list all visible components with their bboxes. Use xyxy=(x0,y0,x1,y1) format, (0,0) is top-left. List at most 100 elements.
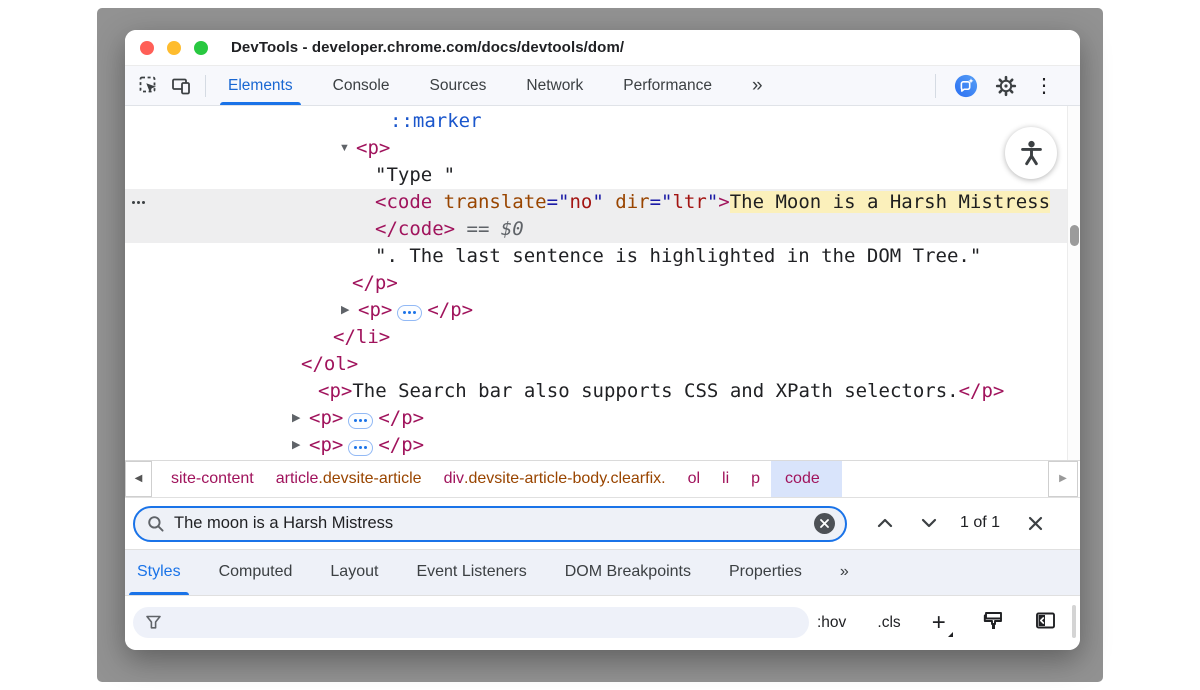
new-style-rule-button[interactable]: + xyxy=(932,611,952,635)
code-token-tag: </p> xyxy=(352,272,398,294)
accessibility-person-icon[interactable] xyxy=(1005,127,1057,179)
inline-expand-button[interactable] xyxy=(348,413,373,429)
tab-dom-breakpoints[interactable]: DOM Breakpoints xyxy=(565,550,691,595)
more-tabs-button[interactable]: » xyxy=(752,66,761,105)
close-search-icon[interactable] xyxy=(1018,516,1052,531)
breadcrumb: site-contentarticle.devsite-articlediv.d… xyxy=(160,461,842,497)
code-token-tag: </li> xyxy=(333,326,390,348)
code-token-meta_i: $0 xyxy=(501,218,524,240)
tab-performance[interactable]: Performance xyxy=(623,66,712,105)
close-p-row[interactable]: </p> xyxy=(125,270,1080,297)
code-token-tag: <p> xyxy=(356,137,390,159)
search-input[interactable] xyxy=(174,514,814,533)
clear-search-icon[interactable] xyxy=(814,513,835,534)
expand-arrow-icon[interactable]: ▶ xyxy=(292,405,300,432)
ai-assistance-icon[interactable] xyxy=(954,74,978,98)
code-token-val: ltr xyxy=(672,191,706,213)
breadcrumb-item-div[interactable]: div.devsite-article-body.clearfix. xyxy=(433,461,677,497)
breadcrumb-item-ol[interactable]: ol xyxy=(677,461,711,497)
scrollbar-thumb[interactable] xyxy=(1070,225,1079,246)
text-node-row[interactable]: "Type " xyxy=(125,162,1080,189)
tab-layout[interactable]: Layout xyxy=(330,550,378,595)
code-token-tag: <p> xyxy=(309,434,343,456)
inspect-icon[interactable] xyxy=(137,74,161,98)
blue-dot-icon xyxy=(359,446,362,449)
breadcrumb-item-code[interactable]: code xyxy=(771,461,842,497)
breadcrumb-item-p[interactable]: p xyxy=(740,461,771,497)
code-token-tag: <p> xyxy=(309,407,343,429)
code-token-punct: =" xyxy=(547,191,570,213)
window-titlebar: DevTools - developer.chrome.com/docs/dev… xyxy=(125,30,1080,66)
inline-expand-button[interactable] xyxy=(397,305,422,321)
expand-arrow-icon[interactable]: ▶ xyxy=(292,432,300,459)
text-node-row[interactable]: ". The last sentence is highlighted in t… xyxy=(125,243,1080,270)
collapsed-p-row[interactable]: ▶<p></p> xyxy=(125,297,1080,324)
dropdown-caret-icon xyxy=(948,632,953,637)
expand-arrow-icon[interactable]: ▶ xyxy=(341,297,349,324)
settings-gear-icon[interactable] xyxy=(994,74,1018,98)
collapse-arrow-icon[interactable]: ▼ xyxy=(339,135,350,162)
panel-tab-strip: Elements Console Sources Network Performance xyxy=(228,66,712,105)
search-bar-p-row[interactable]: <p>The Search bar also supports CSS and … xyxy=(125,378,1080,405)
selected-code-close-row[interactable]: </code> == $0 xyxy=(125,216,1080,243)
tab-console[interactable]: Console xyxy=(333,66,390,105)
tab-sources[interactable]: Sources xyxy=(430,66,487,105)
tab-event-listeners[interactable]: Event Listeners xyxy=(416,550,526,595)
minimize-window-button[interactable] xyxy=(167,41,181,55)
style-filter-input[interactable] xyxy=(170,614,809,631)
match-count: 1 of 1 xyxy=(960,514,1000,532)
hover-state-toggle[interactable]: :hov xyxy=(817,614,846,632)
blue-dot-icon xyxy=(408,311,411,314)
brush-icon[interactable] xyxy=(983,610,1004,636)
code-token-punct: " xyxy=(592,191,603,213)
code-token-tag: </p> xyxy=(378,434,424,456)
screenshot-canvas: DevTools - developer.chrome.com/docs/dev… xyxy=(0,0,1200,690)
breadcrumb-item-site-content[interactable]: site-content xyxy=(160,461,265,497)
breadcrumb-scroll-right-button[interactable]: ▶ xyxy=(1048,461,1078,497)
tab-network[interactable]: Network xyxy=(526,66,583,105)
search-field[interactable] xyxy=(133,506,847,542)
next-match-chevron[interactable] xyxy=(914,518,944,528)
device-toolbar-icon[interactable] xyxy=(169,74,193,98)
right-triangle-icon: ▶ xyxy=(1059,473,1067,484)
close-li-row[interactable]: </li> xyxy=(125,324,1080,351)
inline-expand-button[interactable] xyxy=(348,440,373,456)
code-token-tag: </p> xyxy=(378,407,424,429)
styles-filter-bar: :hov .cls + xyxy=(125,596,1080,651)
breadcrumb-scroll-left-button[interactable]: ◀ xyxy=(125,461,152,497)
collapsed-p-row[interactable]: ▶ <p> </p> xyxy=(125,432,1080,459)
plus-label: + xyxy=(932,609,946,636)
funnel-filter-icon xyxy=(145,614,162,630)
toggle-sidebar-icon[interactable] xyxy=(1035,610,1056,636)
open-p-row[interactable]: ▼ <p> xyxy=(125,135,1080,162)
zoom-window-button[interactable] xyxy=(194,41,208,55)
close-window-button[interactable] xyxy=(140,41,154,55)
crumb-tag-name: article xyxy=(276,470,319,488)
breadcrumb-item-article[interactable]: article.devsite-article xyxy=(265,461,433,497)
more-styles-tabs-button[interactable]: » xyxy=(840,550,847,595)
code-token-meta: == xyxy=(455,218,501,240)
styles-tab-strip: Styles Computed Layout Event Listeners DOM B… xyxy=(125,550,1080,596)
dark-dot-icon xyxy=(132,201,135,204)
tab-styles[interactable]: Styles xyxy=(137,550,181,595)
breadcrumb-item-li[interactable]: li xyxy=(711,461,740,497)
tab-elements[interactable]: Elements xyxy=(228,66,293,105)
element-classes-toggle[interactable]: .cls xyxy=(877,614,900,632)
sidebar-scrollbar-thumb[interactable] xyxy=(1072,605,1076,638)
blue-dot-icon xyxy=(354,419,357,422)
collapsed-p-row[interactable]: ▶ <p> </p> xyxy=(125,405,1080,432)
style-filter-field[interactable] xyxy=(133,607,809,638)
blue-dot-icon xyxy=(359,419,362,422)
tab-computed[interactable]: Computed xyxy=(219,550,293,595)
selected-code-row[interactable]: <code translate="no" dir="ltr">The Moon … xyxy=(125,189,1080,216)
toolbar-divider xyxy=(205,75,206,97)
pseudo-marker-row[interactable]: ::marker xyxy=(125,108,1080,135)
previous-match-chevron[interactable] xyxy=(870,518,900,528)
dom-tree-panel: ::marker▼<p>"Type "<code translate="no" … xyxy=(125,106,1080,460)
crumb-tag-name: ol xyxy=(688,470,700,488)
row-overflow-dots-icon[interactable] xyxy=(132,189,145,216)
tab-properties[interactable]: Properties xyxy=(729,550,802,595)
kebab-menu-icon[interactable]: ⋮ xyxy=(1034,76,1054,96)
close-ol-row[interactable]: </ol> xyxy=(125,351,1080,378)
dom-tree-scrollbar[interactable] xyxy=(1067,106,1080,460)
